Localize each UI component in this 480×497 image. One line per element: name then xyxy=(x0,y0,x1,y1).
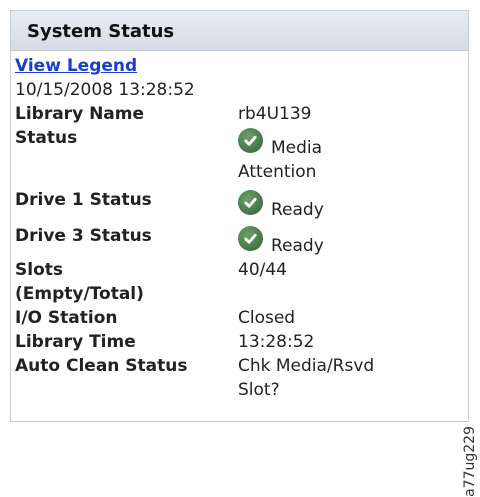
auto-clean-value-line1: Chk Media/Rsvd xyxy=(238,356,375,376)
drive1-row: Drive 1 Status Ready xyxy=(15,188,468,222)
library-name-value: rb4U139 xyxy=(238,104,312,124)
auto-clean-label: Auto Clean Status xyxy=(15,356,188,376)
library-time-value: 13:28:52 xyxy=(238,332,315,352)
status-body: View Legend 10/15/2008 13:28:52 Library … xyxy=(11,51,468,402)
slots-label-line2: (Empty/Total) xyxy=(15,284,144,304)
library-time-label: Library Time xyxy=(15,332,136,352)
status-row: Status Media Attention xyxy=(15,126,468,184)
panel-title: System Status xyxy=(11,11,468,51)
slots-label-line1: Slots xyxy=(15,260,63,280)
drive3-value: Ready xyxy=(271,236,324,256)
io-station-value: Closed xyxy=(238,308,296,328)
check-circle-icon xyxy=(238,128,263,153)
library-time-row: Library Time 13:28:52 xyxy=(15,330,468,354)
slots-row: Slots (Empty/Total) 40/44 xyxy=(15,258,468,306)
check-circle-icon xyxy=(238,226,263,251)
status-value-line2: Attention xyxy=(238,162,317,182)
status-timestamp: 10/15/2008 13:28:52 xyxy=(15,80,195,100)
library-name-row: Library Name rb4U139 xyxy=(15,102,468,126)
io-station-label: I/O Station xyxy=(15,308,118,328)
figure-id-label: a77ug229 xyxy=(462,426,478,497)
drive3-row: Drive 3 Status Ready xyxy=(15,224,468,258)
io-station-row: I/O Station Closed xyxy=(15,306,468,330)
auto-clean-row: Auto Clean Status Chk Media/Rsvd Slot? xyxy=(15,354,468,402)
library-name-label: Library Name xyxy=(15,104,145,124)
status-label: Status xyxy=(15,128,78,148)
drive3-label: Drive 3 Status xyxy=(15,226,152,246)
slots-value: 40/44 xyxy=(238,260,287,280)
auto-clean-value-line2: Slot? xyxy=(238,380,280,400)
check-circle-icon xyxy=(238,190,263,215)
view-legend-link[interactable]: View Legend xyxy=(15,54,468,78)
drive1-value: Ready xyxy=(271,200,324,220)
drive1-label: Drive 1 Status xyxy=(15,190,152,210)
system-status-panel: System Status View Legend 10/15/2008 13:… xyxy=(10,10,469,422)
status-value-line1: Media xyxy=(271,138,323,158)
